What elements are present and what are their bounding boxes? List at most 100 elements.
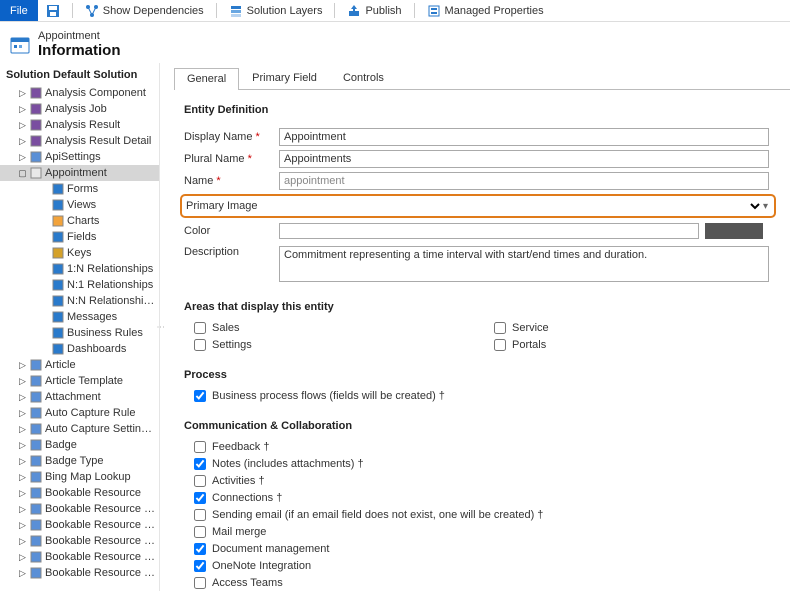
tree-item-bing-map-lookup[interactable]: ▷Bing Map Lookup: [0, 469, 159, 485]
expand-icon[interactable]: [40, 201, 49, 210]
color-input[interactable]: [279, 223, 699, 239]
expand-icon[interactable]: [40, 329, 49, 338]
comm-item-7[interactable]: OneNote Integration: [194, 557, 790, 574]
comm-item-2[interactable]: Activities †: [194, 472, 790, 489]
plural-name-input[interactable]: [279, 150, 769, 168]
expand-icon[interactable]: ▷: [18, 505, 27, 514]
left-nav: Solution Default Solution ▷Analysis Comp…: [0, 63, 160, 591]
tree-item-badge-type[interactable]: ▷Badge Type: [0, 453, 159, 469]
tree-item-analysis-result-detail[interactable]: ▷Analysis Result Detail: [0, 133, 159, 149]
tree-item-bookable-resource-[interactable]: ▷Bookable Resource …: [0, 549, 159, 565]
comm-item-6[interactable]: Document management: [194, 540, 790, 557]
expand-icon[interactable]: ▷: [18, 569, 27, 578]
entity-icon: [30, 375, 42, 387]
expand-icon[interactable]: ▷: [18, 473, 27, 482]
tree-item-bookable-resource-[interactable]: ▷Bookable Resource …: [0, 517, 159, 533]
tree-item-attachment[interactable]: ▷Attachment: [0, 389, 159, 405]
expand-icon[interactable]: [40, 281, 49, 290]
comm-item-4[interactable]: Sending email (if an email field does no…: [194, 506, 790, 523]
expand-icon[interactable]: ▷: [18, 137, 27, 146]
expand-icon[interactable]: [40, 217, 49, 226]
tree-item-auto-capture-rule[interactable]: ▷Auto Capture Rule: [0, 405, 159, 421]
tree-item-label: Analysis Result: [45, 119, 120, 131]
tree-item-bookable-resource-[interactable]: ▷Bookable Resource …: [0, 533, 159, 549]
expand-icon[interactable]: ▷: [18, 409, 27, 418]
tree-sub-fields[interactable]: Fields: [0, 229, 159, 245]
expand-icon[interactable]: ▢: [18, 169, 27, 178]
comm-item-8[interactable]: Access Teams: [194, 574, 790, 591]
area-sales[interactable]: Sales: [194, 319, 484, 336]
expand-icon[interactable]: [40, 185, 49, 194]
file-menu-button[interactable]: File: [0, 0, 38, 21]
comm-item-1[interactable]: Notes (includes attachments) †: [194, 455, 790, 472]
expand-icon[interactable]: ▷: [18, 441, 27, 450]
tree-item-apisettings[interactable]: ▷ApiSettings: [0, 149, 159, 165]
solution-layers-button[interactable]: Solution Layers: [221, 0, 331, 21]
description-input[interactable]: Commitment representing a time interval …: [279, 246, 769, 282]
expand-icon[interactable]: ▷: [18, 425, 27, 434]
display-name-input[interactable]: [279, 128, 769, 146]
tree-sub-messages[interactable]: Messages: [0, 309, 159, 325]
area-settings[interactable]: Settings: [194, 336, 484, 353]
tree-item-article[interactable]: ▷Article: [0, 357, 159, 373]
tree-sub-n-n-relationshi-[interactable]: N:N Relationshi…: [0, 293, 159, 309]
expand-icon[interactable]: ▷: [18, 377, 27, 386]
comm-item-label: Sending email (if an email field does no…: [212, 509, 543, 521]
expand-icon[interactable]: [40, 249, 49, 258]
show-dependencies-button[interactable]: Show Dependencies: [77, 0, 212, 21]
comm-item-5[interactable]: Mail merge: [194, 523, 790, 540]
area-portals[interactable]: Portals: [494, 336, 784, 353]
tree-sub-business-rules[interactable]: Business Rules: [0, 325, 159, 341]
tree-sub-keys[interactable]: Keys: [0, 245, 159, 261]
expand-icon[interactable]: ▷: [18, 89, 27, 98]
comm-item-3[interactable]: Connections †: [194, 489, 790, 506]
expand-icon[interactable]: [40, 297, 49, 306]
expand-icon[interactable]: [40, 265, 49, 274]
tree-item-bookable-resource-[interactable]: ▷Bookable Resource …: [0, 565, 159, 581]
show-dependencies-label: Show Dependencies: [103, 5, 204, 17]
tree-item-analysis-result[interactable]: ▷ Analysis Result: [0, 117, 159, 133]
expand-icon[interactable]: ▷: [18, 537, 27, 546]
bpf-checkbox[interactable]: Business process flows (fields will be c…: [194, 387, 790, 404]
publish-button[interactable]: Publish: [339, 0, 409, 21]
tree-item-appointment[interactable]: ▢Appointment: [0, 165, 159, 181]
tab-primary-field[interactable]: Primary Field: [239, 67, 330, 89]
tree-sub-charts[interactable]: Charts: [0, 213, 159, 229]
expand-icon[interactable]: [40, 233, 49, 242]
expand-icon[interactable]: ▷: [18, 553, 27, 562]
tree-item-analysis-component[interactable]: ▷Analysis Component: [0, 85, 159, 101]
managed-properties-button[interactable]: Managed Properties: [419, 0, 552, 21]
tree-sub-1-n-relationships[interactable]: 1:N Relationships: [0, 261, 159, 277]
expand-icon[interactable]: ▷: [18, 153, 27, 162]
expand-icon[interactable]: ▷: [18, 121, 27, 130]
expand-icon[interactable]: ▷: [18, 361, 27, 370]
expand-icon[interactable]: ▷: [18, 105, 27, 114]
expand-icon[interactable]: ▷: [18, 393, 27, 402]
color-swatch[interactable]: [705, 223, 763, 239]
splitter-handle[interactable]: ⋮: [156, 323, 165, 330]
comm-item-label: Activities †: [212, 475, 265, 487]
expand-icon[interactable]: ▷: [18, 521, 27, 530]
entity-tree[interactable]: ▷Analysis Component▷Analysis Job▷Analysi…: [0, 85, 159, 581]
tab-general[interactable]: General: [174, 68, 239, 90]
comm-item-label: Access Teams: [212, 577, 283, 589]
tree-sub-dashboards[interactable]: Dashboards: [0, 341, 159, 357]
comm-item-0[interactable]: Feedback †: [194, 438, 790, 455]
expand-icon[interactable]: ▷: [18, 457, 27, 466]
expand-icon[interactable]: [40, 313, 49, 322]
tab-controls[interactable]: Controls: [330, 67, 397, 89]
primary-image-select[interactable]: [277, 198, 763, 214]
tree-item-bookable-resource[interactable]: ▷Bookable Resource: [0, 485, 159, 501]
tree-sub-n-1-relationships[interactable]: N:1 Relationships: [0, 277, 159, 293]
tree-item-auto-capture-settin-[interactable]: ▷Auto Capture Settin…: [0, 421, 159, 437]
expand-icon[interactable]: ▷: [18, 489, 27, 498]
tree-sub-views[interactable]: Views: [0, 197, 159, 213]
expand-icon[interactable]: [40, 345, 49, 354]
tree-item-article-template[interactable]: ▷Article Template: [0, 373, 159, 389]
tree-sub-forms[interactable]: Forms: [0, 181, 159, 197]
tree-item-bookable-resource-[interactable]: ▷Bookable Resource …: [0, 501, 159, 517]
tree-item-badge[interactable]: ▷Badge: [0, 437, 159, 453]
save-button[interactable]: [38, 0, 68, 21]
area-service[interactable]: Service: [494, 319, 784, 336]
tree-item-analysis-job[interactable]: ▷Analysis Job: [0, 101, 159, 117]
